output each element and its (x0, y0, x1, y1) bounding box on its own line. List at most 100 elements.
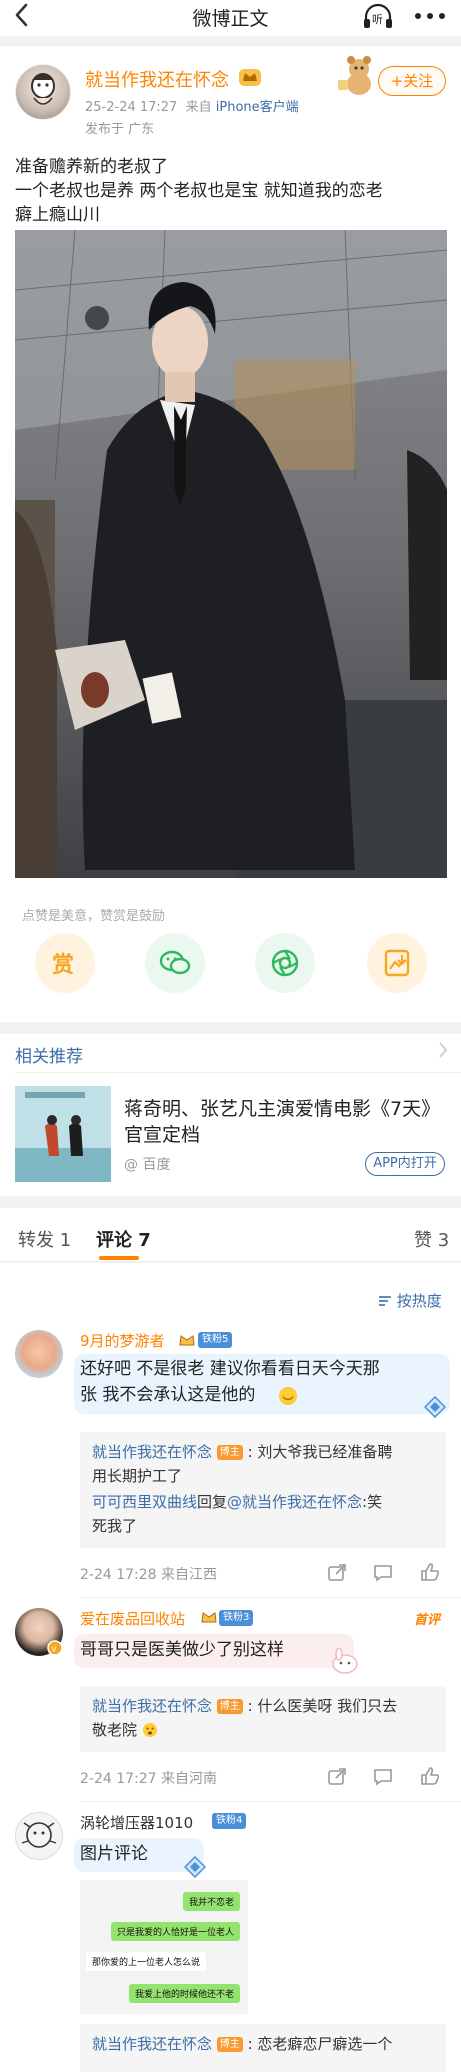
avatar-illustration (26, 70, 60, 110)
emoji-icon (278, 1386, 298, 1406)
listen-button[interactable]: 听 (362, 3, 394, 31)
post-text-line: 癖上瘾山川 (15, 205, 100, 225)
chevron-right-icon[interactable] (438, 1040, 448, 1064)
more-icon[interactable] (413, 6, 447, 26)
diamond-badge-icon (183, 1855, 207, 1879)
comment-image[interactable]: 我并不恋老 只是我爱的人恰好是一位老人 那你爱的上一位老人怎么说 我爱上他的时候… (80, 1880, 248, 2014)
comment-date: 2-24 17:27 (80, 1771, 157, 1787)
avatar-illustration (21, 1822, 57, 1848)
related-title: 相关推荐 (15, 1047, 83, 1067)
reply-item: 可可西里双曲线回复@就当作我还在怀念:笑 (92, 1490, 438, 1514)
comment-date: 2-24 17:28 (80, 1567, 157, 1583)
reply-text: :笑 (362, 1493, 383, 1511)
comment-author[interactable]: 爱在废品回收站 (80, 1608, 185, 1629)
comment-icon[interactable] (373, 1768, 393, 1786)
author-tag: 博主 (216, 2037, 243, 2052)
emoji-icon (142, 1723, 157, 1737)
reply-item: 就当作我还在怀念 博主 : 什么医美呀 我们只去 (92, 1694, 438, 1718)
comment-text: 图片评论 (80, 1844, 148, 1864)
post-text-line: 一个老叔也是养 两个老叔也是宝 就知道我的恋老 (15, 181, 383, 201)
reply-author[interactable]: 就当作我还在怀念 (92, 1697, 212, 1715)
comment-footer: 2-24 17:28 来自江西 (80, 1564, 217, 1584)
reply-mention[interactable]: @就当作我还在怀念 (227, 1493, 362, 1511)
tab-comments[interactable]: 评论 7 (96, 1226, 151, 1252)
reply-author[interactable]: 可可西里双曲线 (92, 1493, 197, 1511)
tab-active-indicator (99, 1256, 139, 1260)
save-image-button[interactable] (367, 933, 427, 993)
reply-item: 就当作我还在怀念 博主 : 恋老癖恋尸癖选一个 (92, 2032, 438, 2056)
share-moments-button[interactable] (255, 933, 315, 993)
listen-label: 听 (372, 13, 383, 26)
reply-text-cont-text: 敬老院 (92, 1721, 138, 1739)
chat-message: 只是我爱的人恰好是一位老人 (110, 1922, 240, 1941)
verified-badge-icon: v (47, 1640, 63, 1656)
share-wechat-button[interactable] (145, 933, 205, 993)
follow-button[interactable]: +关注 (378, 66, 446, 96)
related-thumbnail[interactable] (15, 1086, 111, 1182)
moments-icon (271, 949, 299, 977)
reply-item: 就当作我还在怀念 博主 : 刘大爷我已经准备聘 (92, 1440, 438, 1464)
reward-label: 赏 (52, 953, 75, 978)
post-location: 发布于 广东 (85, 122, 155, 137)
related-headline[interactable]: 官宣定档 (124, 1120, 200, 1147)
like-icon[interactable] (420, 1563, 440, 1581)
reply-text: : 什么医美呀 我们只去 (247, 1697, 398, 1715)
bear-mascot-icon (336, 52, 382, 98)
reply-author[interactable]: 就当作我还在怀念 (92, 1443, 212, 1461)
comment-author[interactable]: 9月的梦游者 (80, 1330, 165, 1351)
share-icon[interactable] (327, 1564, 347, 1582)
tab-forward[interactable]: 转发 1 (18, 1226, 71, 1252)
chat-message: 那你爱的上一位老人怎么说 (86, 1952, 207, 1971)
related-headline[interactable]: 蒋奇明、张艺凡主演爱情电影《7天》 (124, 1094, 440, 1121)
sort-button[interactable]: 按热度 (378, 1290, 442, 1311)
comment-author[interactable]: 涡轮增压器1010 (80, 1812, 193, 1833)
crown-badge-icon (178, 1332, 196, 1348)
comment-location: 来自河南 (161, 1771, 218, 1787)
comment-icon[interactable] (373, 1564, 393, 1582)
sort-icon (379, 1296, 391, 1306)
reply-text-cont: 死我了 (92, 1517, 138, 1535)
share-icon[interactable] (327, 1768, 347, 1786)
bunny-sticker-icon (330, 1647, 360, 1674)
fan-level-badge: 铁粉3 (219, 1610, 254, 1626)
reward-button[interactable]: 赏 (35, 933, 95, 993)
reply-mid: 回复 (197, 1493, 228, 1511)
comment-text: 还好吧 不是很老 建议你看看日天今天那 (80, 1359, 380, 1379)
crown-badge-icon (200, 1609, 218, 1625)
reply-text: : 恋老癖恋尸癖选一个 (247, 2035, 393, 2053)
divider (80, 1801, 461, 1802)
comment-location: 来自江西 (161, 1567, 218, 1583)
crown-badge-icon (238, 66, 262, 88)
comment-text: 哥哥只是医美做少了别这样 (80, 1640, 284, 1660)
chat-message: 我并不恋老 (182, 1892, 240, 1911)
reward-hint: 点赞是美意，赞赏是鼓励 (22, 909, 166, 924)
comment-text: 张 我不会承认这是他的 (80, 1385, 256, 1405)
diamond-badge-icon (423, 1395, 447, 1419)
related-source: @ 百度 (124, 1157, 171, 1173)
post-timestamp: 25-2-24 17:27 (85, 100, 178, 115)
sort-label: 按热度 (396, 1292, 442, 1310)
svg-text:v: v (51, 1645, 57, 1655)
avatar[interactable] (15, 1812, 63, 1860)
tab-likes[interactable]: 赞 3 (414, 1226, 449, 1252)
author-tag: 博主 (216, 1445, 243, 1460)
divider (15, 1072, 461, 1073)
wechat-icon (159, 950, 191, 975)
reply-text-cont: 敬老院 (92, 1718, 158, 1742)
reply-text-cont: 用长期护工了 (92, 1467, 183, 1485)
author-name[interactable]: 就当作我还在怀念 (85, 66, 229, 92)
like-icon[interactable] (420, 1767, 440, 1785)
post-source[interactable]: iPhone客户端 (216, 100, 299, 115)
fan-level-badge: 铁粉5 (198, 1332, 233, 1348)
reply-author[interactable]: 就当作我还在怀念 (92, 2035, 212, 2053)
source-prefix: 来自 (185, 100, 212, 115)
save-image-icon (384, 949, 410, 977)
author-tag: 博主 (216, 1699, 243, 1714)
chat-message: 我爱上他的时候他还不老 (128, 1984, 240, 2003)
post-photo[interactable] (15, 230, 447, 878)
avatar[interactable] (15, 1330, 63, 1378)
divider (80, 1597, 461, 1598)
first-comment-badge: 首评 (414, 1613, 441, 1628)
comment-footer: 2-24 17:27 来自河南 (80, 1768, 217, 1788)
open-in-app-button[interactable]: APP内打开 (365, 1152, 445, 1176)
